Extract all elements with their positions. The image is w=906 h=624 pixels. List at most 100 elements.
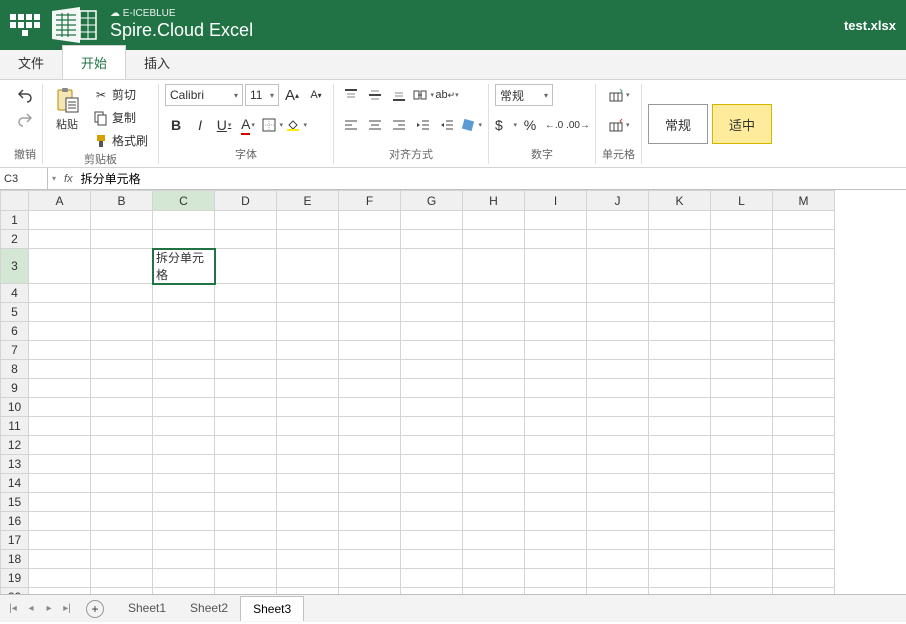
- cell[interactable]: [463, 303, 525, 322]
- cell[interactable]: [153, 211, 215, 230]
- cell[interactable]: [29, 379, 91, 398]
- row-header[interactable]: 17: [1, 531, 29, 550]
- cell[interactable]: [587, 379, 649, 398]
- cell[interactable]: [215, 588, 277, 595]
- cell[interactable]: [711, 230, 773, 249]
- cell[interactable]: [587, 211, 649, 230]
- cell[interactable]: [773, 322, 835, 341]
- cell[interactable]: [587, 322, 649, 341]
- cell[interactable]: [401, 474, 463, 493]
- cell[interactable]: [277, 398, 339, 417]
- cell[interactable]: [29, 569, 91, 588]
- cell[interactable]: [463, 550, 525, 569]
- col-header[interactable]: B: [91, 191, 153, 211]
- cell[interactable]: [153, 417, 215, 436]
- row-header[interactable]: 10: [1, 398, 29, 417]
- cell[interactable]: [91, 531, 153, 550]
- cell[interactable]: [153, 455, 215, 474]
- cell[interactable]: [525, 512, 587, 531]
- cell[interactable]: [29, 417, 91, 436]
- cell[interactable]: [339, 249, 401, 284]
- prev-sheet-button[interactable]: ◂: [24, 603, 38, 614]
- cell[interactable]: [525, 303, 587, 322]
- cell[interactable]: [91, 455, 153, 474]
- cell[interactable]: [711, 493, 773, 512]
- cell[interactable]: [91, 398, 153, 417]
- select-all-corner[interactable]: [1, 191, 29, 211]
- cell[interactable]: [153, 379, 215, 398]
- cell[interactable]: [649, 455, 711, 474]
- cell[interactable]: [401, 341, 463, 360]
- cell[interactable]: 拆分单元格: [153, 249, 215, 284]
- cell[interactable]: [91, 588, 153, 595]
- cell[interactable]: [587, 398, 649, 417]
- style-normal[interactable]: 常规: [648, 104, 708, 144]
- cell[interactable]: [91, 550, 153, 569]
- cell[interactable]: [649, 398, 711, 417]
- cell[interactable]: [215, 360, 277, 379]
- cell[interactable]: [277, 341, 339, 360]
- col-header[interactable]: C: [153, 191, 215, 211]
- cell[interactable]: [773, 512, 835, 531]
- cell[interactable]: [587, 531, 649, 550]
- cell[interactable]: [711, 284, 773, 303]
- cell[interactable]: [649, 436, 711, 455]
- cell[interactable]: [153, 588, 215, 595]
- cell[interactable]: [463, 249, 525, 284]
- cell[interactable]: [339, 531, 401, 550]
- col-header[interactable]: I: [525, 191, 587, 211]
- cell[interactable]: [339, 550, 401, 569]
- cell[interactable]: [215, 322, 277, 341]
- cell[interactable]: [525, 398, 587, 417]
- row-header[interactable]: 1: [1, 211, 29, 230]
- cell[interactable]: [339, 417, 401, 436]
- first-sheet-button[interactable]: |◂: [6, 603, 20, 614]
- cell[interactable]: [587, 417, 649, 436]
- cell[interactable]: [401, 569, 463, 588]
- cell[interactable]: [649, 588, 711, 595]
- cell[interactable]: [401, 455, 463, 474]
- cell[interactable]: [153, 493, 215, 512]
- col-header[interactable]: M: [773, 191, 835, 211]
- spreadsheet-grid[interactable]: ABCDEFGHIJKLM123拆分单元格4567891011121314151…: [0, 190, 906, 594]
- col-header[interactable]: E: [277, 191, 339, 211]
- col-header[interactable]: A: [29, 191, 91, 211]
- cell[interactable]: [215, 341, 277, 360]
- font-color-button[interactable]: A▾: [237, 114, 259, 136]
- font-name-combo[interactable]: Calibri▾: [165, 84, 243, 106]
- cell[interactable]: [587, 550, 649, 569]
- tab-home[interactable]: 开始: [62, 45, 126, 79]
- border-button[interactable]: ▾: [261, 114, 283, 136]
- cell[interactable]: [401, 211, 463, 230]
- cell[interactable]: [215, 230, 277, 249]
- insert-cells-button[interactable]: ▾: [608, 84, 630, 106]
- tab-insert[interactable]: 插入: [126, 46, 188, 79]
- cell[interactable]: [711, 379, 773, 398]
- cell[interactable]: [587, 474, 649, 493]
- col-header[interactable]: L: [711, 191, 773, 211]
- cell[interactable]: [525, 284, 587, 303]
- cell[interactable]: [525, 588, 587, 595]
- cell[interactable]: [525, 360, 587, 379]
- cell[interactable]: [401, 360, 463, 379]
- cell[interactable]: [463, 417, 525, 436]
- cell[interactable]: [711, 569, 773, 588]
- cell[interactable]: [29, 512, 91, 531]
- cell[interactable]: [711, 436, 773, 455]
- cell[interactable]: [649, 569, 711, 588]
- cell[interactable]: [277, 569, 339, 588]
- cell[interactable]: [401, 512, 463, 531]
- name-box[interactable]: C3: [0, 168, 48, 189]
- align-bottom-button[interactable]: [388, 84, 410, 106]
- style-mid[interactable]: 适中: [712, 104, 772, 144]
- cell[interactable]: [773, 588, 835, 595]
- cell[interactable]: [649, 211, 711, 230]
- cell[interactable]: [153, 398, 215, 417]
- cell[interactable]: [339, 493, 401, 512]
- cell[interactable]: [773, 230, 835, 249]
- cell[interactable]: [587, 341, 649, 360]
- app-menu-icon[interactable]: [10, 10, 40, 40]
- cell[interactable]: [91, 474, 153, 493]
- row-header[interactable]: 2: [1, 230, 29, 249]
- cell[interactable]: [215, 474, 277, 493]
